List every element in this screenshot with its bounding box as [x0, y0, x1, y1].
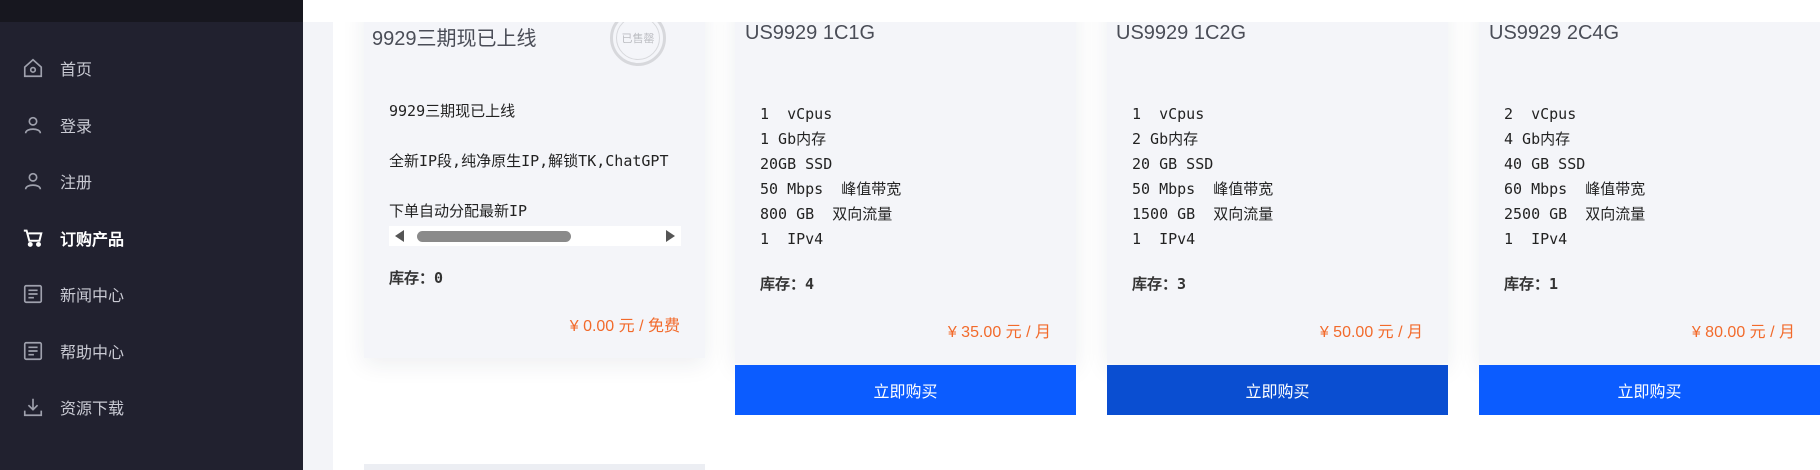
spec-line: 1 vCpus	[760, 105, 833, 123]
sidebar-item-label: 首页	[60, 60, 93, 80]
stock-info: 库存：4	[760, 273, 814, 294]
cart-icon	[22, 227, 44, 249]
buy-now-button[interactable]: 立即购买	[1479, 365, 1820, 415]
spec-line: 1 IPv4	[760, 230, 824, 248]
top-header-bar	[303, 0, 1820, 22]
sidebar-top-strip	[0, 0, 303, 22]
sidebar-item-label: 注册	[60, 173, 93, 193]
stock-info: 库存：3	[1132, 273, 1186, 294]
description-line: 9929三期现已上线	[389, 102, 516, 120]
card-title: 9929三期现已上线	[372, 28, 537, 50]
scrollbar-thumb[interactable]	[417, 231, 571, 242]
sidebar-item-news[interactable]: 新闻中心	[0, 266, 303, 323]
price: ¥ 50.00 元 / 月	[1319, 324, 1423, 341]
spec-line: 2 vCpus	[1504, 105, 1577, 123]
description-line: 全新IP段,纯净原生IP,解锁TK,ChatGPT	[389, 152, 669, 170]
sidebar-item-home[interactable]: 首页	[0, 40, 303, 97]
product-card-us9929-2c4g: US9929 2C4G 2 vCpus 4 Gb内存 40 GB SSD 60 …	[1479, 0, 1820, 363]
spec-line: 4 Gb内存	[1504, 130, 1571, 148]
stamp-text: 已售罄	[616, 16, 660, 60]
spec-list: 1 vCpus 2 Gb内存 20 GB SSD 50 Mbps 峰值带宽 15…	[1132, 102, 1273, 252]
home-icon	[22, 57, 44, 79]
spec-line: 50 Mbps 峰值带宽	[760, 180, 902, 198]
product-card-us9929-1c1g: US9929 1C1G 1 vCpus 1 Gb内存 20GB SSD 50 M…	[735, 0, 1076, 363]
spec-line: 20 GB SSD	[1132, 155, 1214, 173]
price: ¥ 0.00 元 / 免费	[569, 318, 680, 335]
stock-label: 库存：	[1504, 275, 1550, 293]
document-icon	[22, 283, 44, 305]
sidebar-nav: 首页 登录 注册 订购产品 新闻中心 帮助中心 资源下载	[0, 40, 303, 436]
sidebar-item-help[interactable]: 帮助中心	[0, 323, 303, 380]
product-card-us9929-1c2g: US9929 1C2G 1 vCpus 2 Gb内存 20 GB SSD 50 …	[1107, 0, 1448, 363]
spec-line: 40 GB SSD	[1504, 155, 1586, 173]
sidebar-item-login[interactable]: 登录	[0, 97, 303, 154]
stock-label: 库存：	[1132, 275, 1178, 293]
spec-line: 800 GB 双向流量	[760, 205, 893, 223]
product-card-announcement: 9929三期现已上线 已售罄 9929三期现已上线 全新IP段,纯净原生IP,解…	[364, 0, 705, 358]
sidebar-item-order-products[interactable]: 订购产品	[0, 210, 303, 267]
price: ¥ 35.00 元 / 月	[947, 324, 1051, 341]
spec-line: 50 Mbps 峰值带宽	[1132, 180, 1274, 198]
card-title: US9929 1C2G	[1116, 22, 1247, 44]
spec-line: 1 Gb内存	[760, 130, 827, 148]
document-icon	[22, 340, 44, 362]
stock-info: 库存：1	[1504, 273, 1558, 294]
sidebar-item-register[interactable]: 注册	[0, 153, 303, 210]
spec-list: 2 vCpus 4 Gb内存 40 GB SSD 60 Mbps 峰值带宽 25…	[1504, 102, 1645, 252]
spec-line: 60 Mbps 峰值带宽	[1504, 180, 1646, 198]
stock-value: 3	[1177, 275, 1187, 293]
scroll-left-arrow-icon[interactable]	[395, 230, 404, 242]
spec-line: 1 IPv4	[1132, 230, 1196, 248]
sidebar-item-label: 登录	[60, 116, 93, 136]
spec-line: 2 Gb内存	[1132, 130, 1199, 148]
buy-now-button[interactable]: 立即购买	[1107, 365, 1448, 415]
description-line: 下单自动分配最新IP	[389, 202, 528, 220]
horizontal-scrollbar[interactable]	[389, 226, 681, 246]
next-card-edge	[364, 464, 705, 470]
stock-value: 1	[1549, 275, 1559, 293]
spec-line: 2500 GB 双向流量	[1504, 205, 1646, 223]
stock-label: 库存：	[760, 275, 806, 293]
card-title: US9929 1C1G	[745, 22, 876, 44]
user-icon	[22, 114, 44, 136]
buy-now-button[interactable]: 立即购买	[735, 365, 1076, 415]
spec-line: 20GB SSD	[760, 155, 833, 173]
spec-list: 1 vCpus 1 Gb内存 20GB SSD 50 Mbps 峰值带宽 800…	[760, 102, 901, 252]
sidebar-item-label: 新闻中心	[60, 286, 125, 306]
stock-value: 0	[434, 269, 444, 287]
stock-info: 库存：0	[389, 267, 443, 288]
sidebar: 首页 登录 注册 订购产品 新闻中心 帮助中心 资源下载	[0, 0, 303, 470]
sidebar-item-label: 订购产品	[60, 229, 125, 249]
sidebar-item-label: 帮助中心	[60, 342, 125, 362]
stock-value: 4	[805, 275, 815, 293]
scroll-right-arrow-icon[interactable]	[666, 230, 675, 242]
user-icon	[22, 170, 44, 192]
price: ¥ 80.00 元 / 月	[1691, 324, 1795, 341]
sidebar-item-downloads[interactable]: 资源下载	[0, 379, 303, 436]
card-title: US9929 2C4G	[1489, 22, 1620, 44]
spec-line: 1 vCpus	[1132, 105, 1205, 123]
sidebar-item-label: 资源下载	[60, 399, 125, 419]
stock-label: 库存：	[389, 269, 435, 287]
spec-line: 1500 GB 双向流量	[1132, 205, 1274, 223]
download-icon	[22, 396, 44, 418]
spec-line: 1 IPv4	[1504, 230, 1568, 248]
